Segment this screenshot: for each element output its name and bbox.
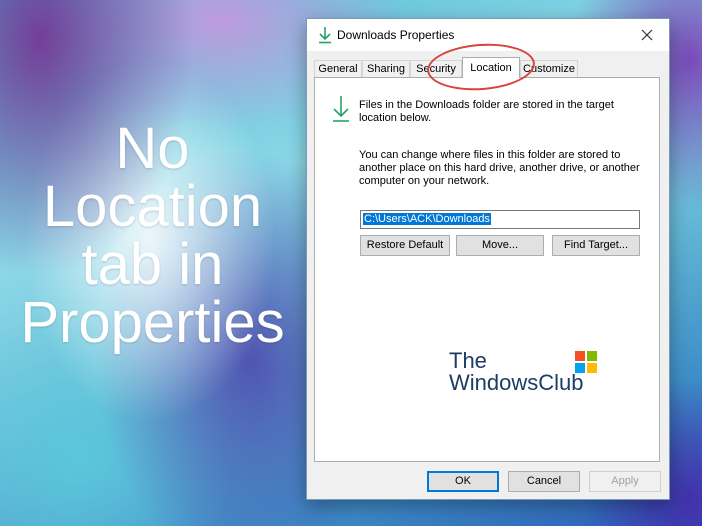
windows-logo-icon (575, 351, 597, 373)
download-arrow-icon (331, 94, 351, 129)
ok-button[interactable]: OK (427, 471, 499, 492)
close-icon (641, 29, 653, 41)
caption-line-1: No (115, 116, 190, 181)
caption-line-4: Properties (20, 290, 285, 355)
restore-default-button[interactable]: Restore Default (360, 235, 450, 256)
watermark-line-2: WindowsClub (449, 370, 584, 395)
properties-dialog: Downloads Properties General Sharing Sec… (306, 18, 670, 500)
caption-line-3: tab in (81, 232, 224, 297)
tab-sharing[interactable]: Sharing (362, 60, 410, 77)
download-arrow-icon (317, 26, 333, 44)
apply-button[interactable]: Apply (589, 471, 661, 492)
close-button[interactable] (625, 19, 669, 51)
cancel-button[interactable]: Cancel (508, 471, 580, 492)
caption-line-2: Location (42, 174, 263, 239)
location-change-text: You can change where files in this folde… (359, 149, 640, 187)
dialog-title: Downloads Properties (337, 28, 455, 42)
location-tab-panel: Files in the Downloads folder are stored… (314, 77, 660, 462)
overlay-caption: No Location tab in Properties (0, 120, 305, 352)
folder-path-value: C:\Users\ACK\Downloads (363, 213, 491, 225)
watermark: The WindowsClub (449, 348, 609, 398)
move-button[interactable]: Move... (456, 235, 544, 256)
find-target-button[interactable]: Find Target... (552, 235, 640, 256)
location-info-text: Files in the Downloads folder are stored… (359, 99, 614, 124)
folder-path-input[interactable]: C:\Users\ACK\Downloads (360, 210, 640, 229)
tab-general[interactable]: General (314, 60, 362, 77)
